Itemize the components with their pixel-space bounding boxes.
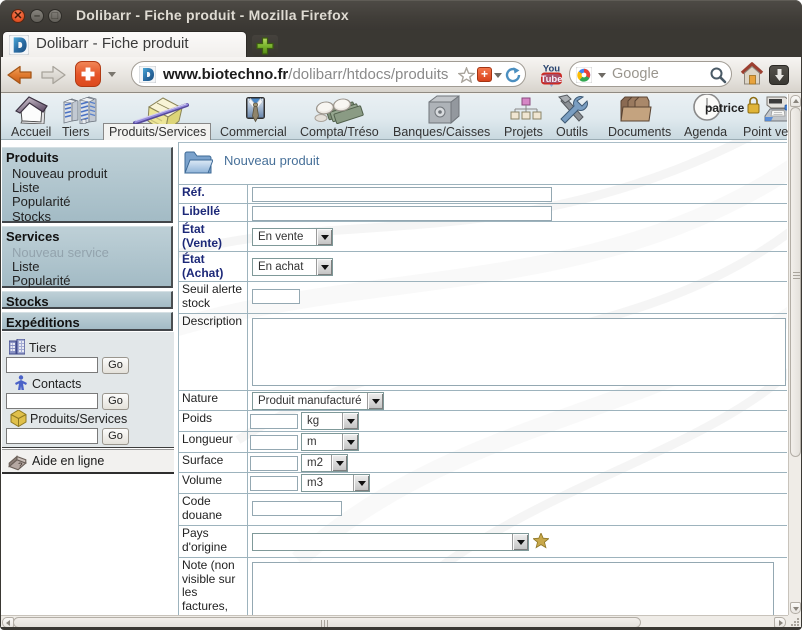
svg-text:?: ? bbox=[18, 461, 23, 470]
svg-text:patrice: patrice bbox=[705, 101, 745, 115]
svg-text:Tube: Tube bbox=[541, 74, 563, 85]
